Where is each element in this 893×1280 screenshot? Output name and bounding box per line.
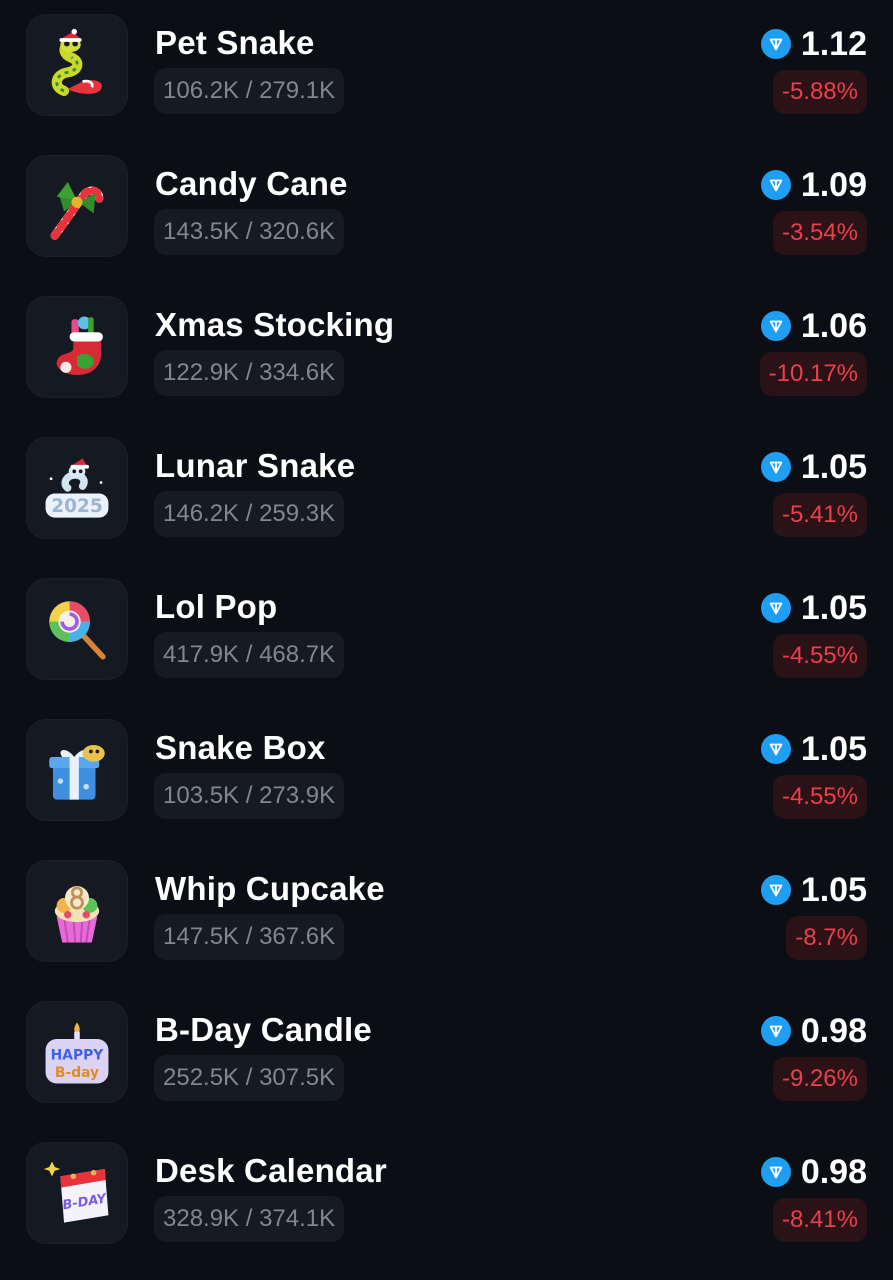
gift-supply: 103.5K / 273.9K [154, 773, 345, 819]
gift-row-desk-calendar[interactable]: B-DAY Desk Calendar 328.9K / 374.1K 0.98… [0, 1128, 893, 1269]
gift-thumbnail [26, 296, 128, 398]
price-value: 0.98 [800, 1011, 867, 1050]
xmas-stocking-icon [56, 316, 103, 375]
gift-price: 0.98 [760, 1011, 867, 1051]
ton-icon [760, 29, 791, 59]
ton-icon [760, 311, 791, 341]
price-change-badge: -5.41% [772, 493, 867, 537]
gift-name: Snake Box [155, 729, 326, 766]
price-value: 1.12 [800, 24, 867, 63]
gift-price: 1.05 [760, 588, 867, 628]
gift-name: Desk Calendar [155, 1152, 387, 1189]
gift-name: Xmas Stocking [155, 306, 395, 343]
gift-price: 1.05 [760, 870, 867, 910]
gift-row-lol-pop[interactable]: Lol Pop 417.9K / 468.7K 1.05 -4.55% [0, 564, 893, 705]
price-change-badge: -4.55% [772, 775, 867, 819]
gift-thumbnail [26, 578, 128, 680]
gift-name: Lol Pop [155, 588, 278, 625]
gift-price: 1.05 [760, 729, 867, 769]
ton-icon [760, 1016, 791, 1046]
gift-price: 1.12 [760, 24, 867, 64]
gift-row-whip-cupcake[interactable]: Whip Cupcake 147.5K / 367.6K 1.05 -8.7% [0, 846, 893, 987]
ton-icon [760, 170, 791, 200]
price-change-badge: -10.17% [759, 352, 867, 396]
gift-supply: 122.9K / 334.6K [154, 350, 345, 396]
snake-box-icon [49, 745, 105, 800]
ton-icon [760, 593, 791, 623]
birthday-candle-icon: HAPPY B-day [45, 1022, 109, 1084]
gift-thumbnail [26, 719, 128, 821]
gift-row-xmas-stocking[interactable]: Xmas Stocking 122.9K / 334.6K 1.06 -10.1… [0, 282, 893, 423]
gift-supply: 417.9K / 468.7K [154, 632, 345, 678]
gift-supply: 146.2K / 259.3K [154, 491, 345, 537]
gift-supply: 328.9K / 374.1K [154, 1196, 345, 1242]
desk-calendar-icon: B-DAY [43, 1161, 109, 1223]
gift-row-b-day-candle[interactable]: HAPPY B-day B-Day Candle 252.5K / 307.5K… [0, 987, 893, 1128]
price-value: 1.05 [800, 870, 867, 909]
gift-price: 1.05 [760, 447, 867, 487]
ton-icon [760, 875, 791, 905]
gift-thumbnail: HAPPY B-day [26, 1001, 128, 1103]
gift-thumbnail: 2025 [26, 437, 128, 539]
price-change-badge: -4.55% [772, 634, 867, 678]
price-value: 1.05 [800, 447, 867, 486]
gift-name: B-Day Candle [155, 1011, 372, 1048]
gift-thumbnail [26, 860, 128, 962]
price-value: 1.05 [800, 729, 867, 768]
gift-supply: 252.5K / 307.5K [154, 1055, 345, 1101]
price-change-badge: -8.41% [772, 1198, 867, 1242]
gift-row-candy-cane[interactable]: Candy Cane 143.5K / 320.6K 1.09 -3.54% [0, 141, 893, 282]
year-label: 2025 [51, 496, 103, 517]
happy-label: HAPPY [51, 1047, 105, 1063]
gift-supply: 147.5K / 367.6K [154, 914, 345, 960]
price-change-badge: -5.88% [772, 70, 867, 114]
lunar-snake-icon: 2025 [45, 458, 109, 518]
ton-icon [760, 1157, 791, 1187]
pet-snake-icon [51, 28, 102, 96]
ton-icon [760, 734, 791, 764]
gift-name: Candy Cane [155, 165, 348, 202]
price-value: 1.06 [800, 306, 867, 345]
gift-name: Whip Cupcake [155, 870, 385, 907]
gift-name: Pet Snake [155, 24, 315, 61]
gift-list: Pet Snake 106.2K / 279.1K 1.12 -5.88% Ca… [0, 0, 893, 1280]
gift-supply: 143.5K / 320.6K [154, 209, 345, 255]
candy-cane-icon [50, 181, 104, 240]
gift-thumbnail: B-DAY [26, 1142, 128, 1244]
gift-row-lunar-snake[interactable]: 2025 Lunar Snake 146.2K / 259.3K 1.05 -5… [0, 423, 893, 564]
price-change-badge: -9.26% [772, 1057, 867, 1101]
gift-supply: 106.2K / 279.1K [154, 68, 345, 114]
gift-thumbnail [26, 14, 128, 116]
gift-row-pet-snake[interactable]: Pet Snake 106.2K / 279.1K 1.12 -5.88% [0, 0, 893, 141]
ton-icon [760, 452, 791, 482]
gift-name: Lunar Snake [155, 447, 356, 484]
lollipop-icon [49, 601, 106, 660]
gift-price: 1.09 [760, 165, 867, 205]
gift-price: 1.06 [760, 306, 867, 346]
gift-price: 0.98 [760, 1152, 867, 1192]
bday-label: B-day [55, 1065, 99, 1081]
price-change-badge: -8.7% [786, 916, 867, 960]
price-change-badge: -3.54% [772, 211, 867, 255]
gift-row-snake-box[interactable]: Snake Box 103.5K / 273.9K 1.05 -4.55% [0, 705, 893, 846]
price-value: 1.05 [800, 588, 867, 627]
gift-thumbnail [26, 155, 128, 257]
price-value: 0.98 [800, 1152, 867, 1191]
price-value: 1.09 [800, 165, 867, 204]
cupcake-icon [54, 886, 100, 943]
